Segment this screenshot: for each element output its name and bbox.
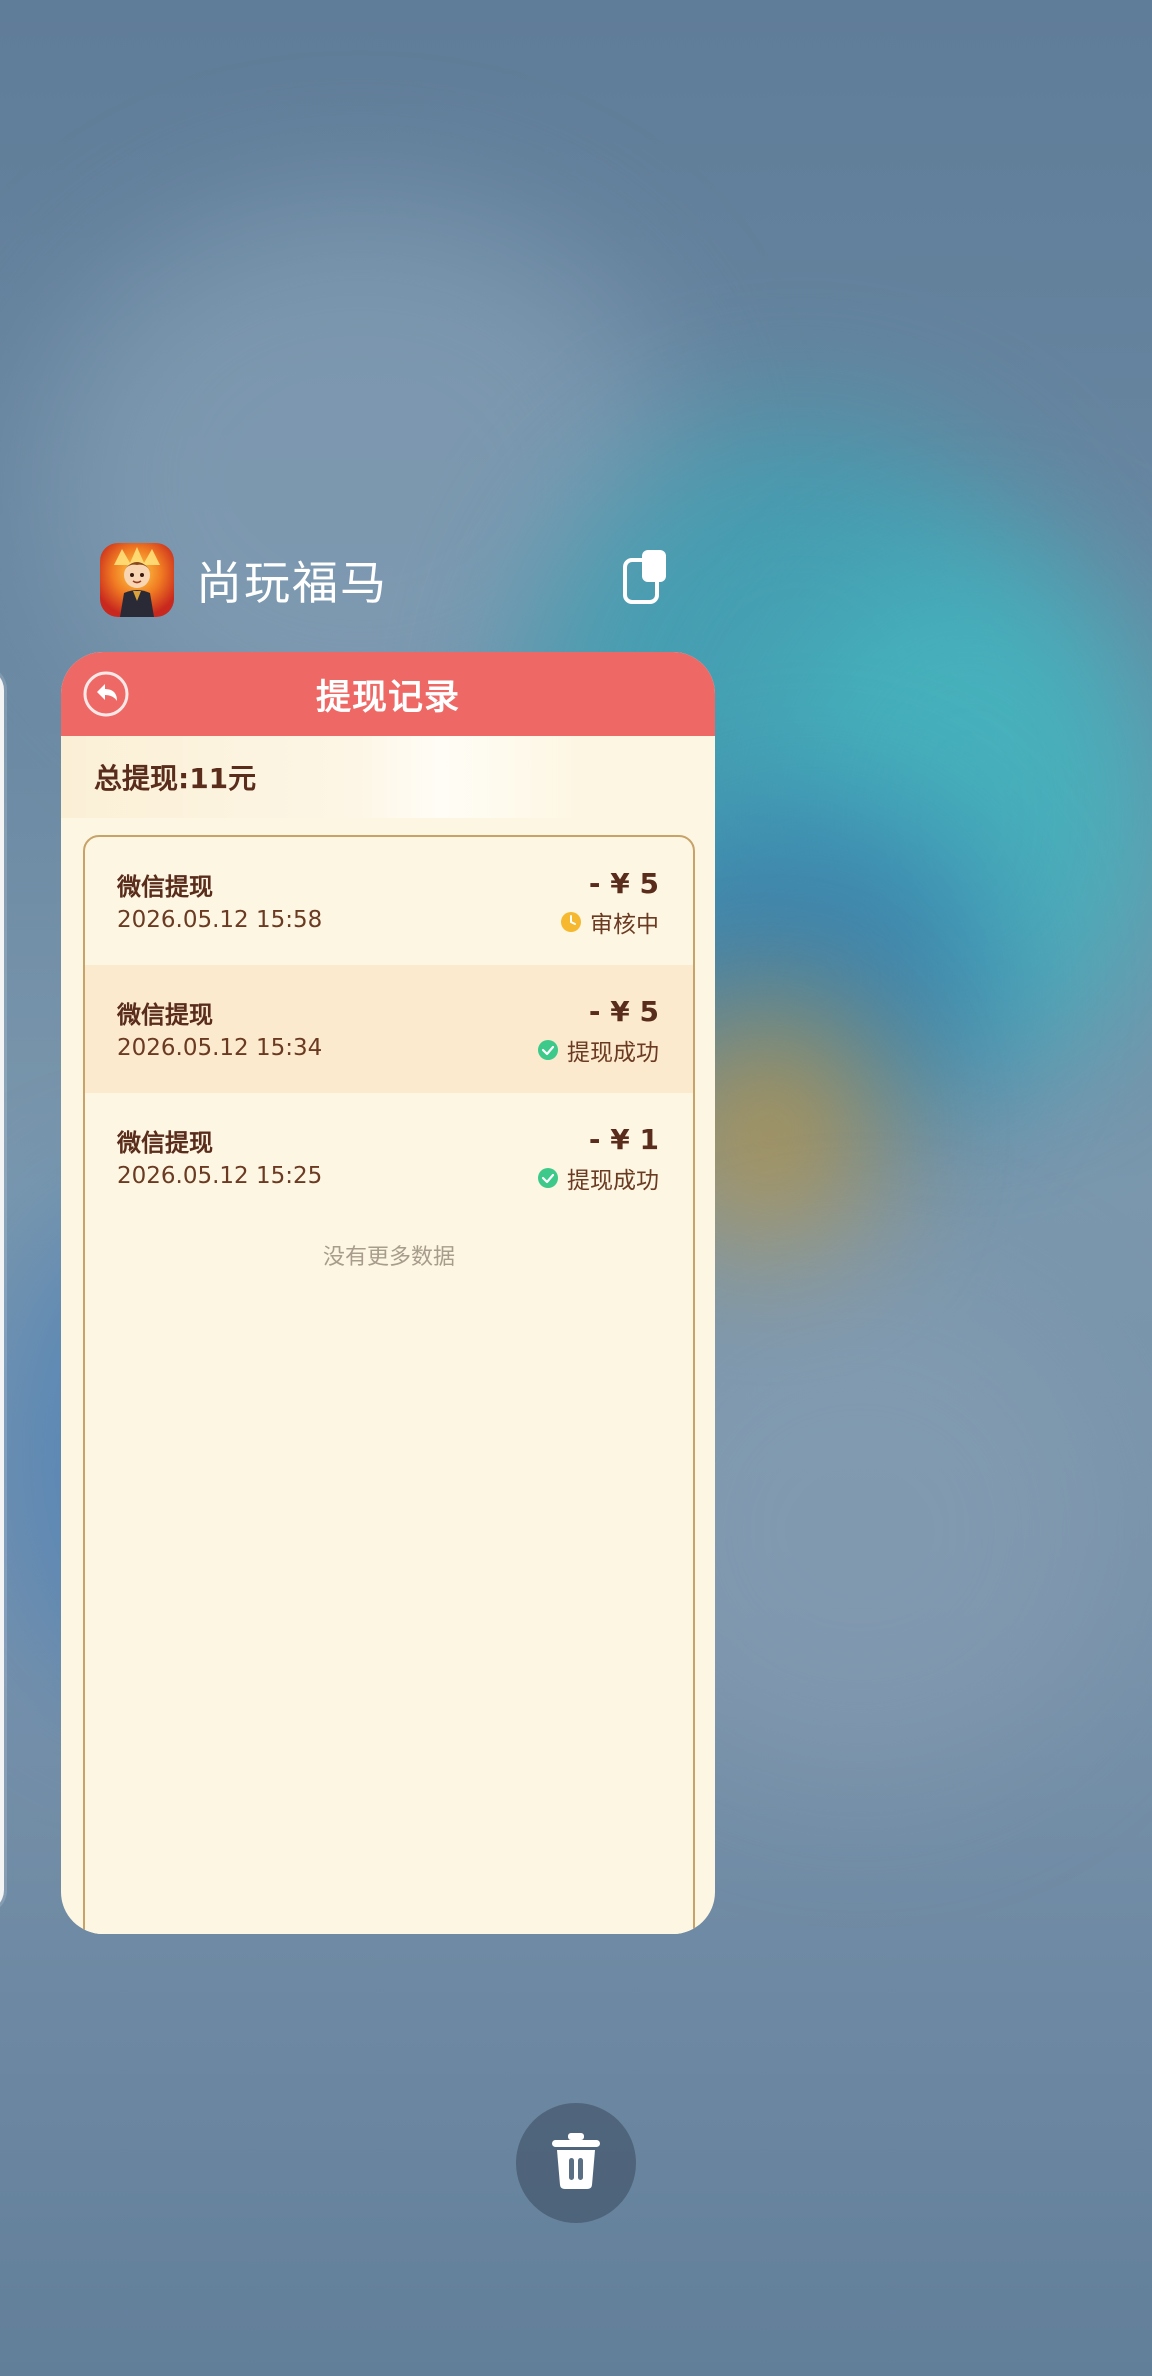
check-circle-icon — [537, 1039, 559, 1061]
multi-window-icon[interactable] — [622, 548, 668, 606]
record-status: 提现成功 — [537, 1033, 659, 1067]
record-amount: - ¥ 1 — [588, 1123, 659, 1156]
clock-icon — [560, 911, 582, 933]
record-amount: - ¥ 5 — [588, 995, 659, 1028]
record-type: 微信提现 — [117, 1001, 213, 1029]
no-more-data-label: 没有更多数据 — [322, 1245, 455, 1270]
total-withdrawal-label: 总提现:11元 — [94, 762, 257, 795]
list-item[interactable]: 微信提现 2026.05.12 15:25 - ¥ 1 提现成功 — [85, 1093, 693, 1221]
record-time: 2026.05.12 15:58 — [117, 907, 323, 933]
list-item[interactable]: 微信提现 2026.05.12 15:34 - ¥ 5 提现成功 — [85, 965, 693, 1093]
record-status: 提现成功 — [537, 1161, 659, 1195]
previous-app-card[interactable] — [0, 668, 4, 1912]
record-time: 2026.05.12 15:34 — [117, 1035, 323, 1061]
list-item[interactable]: 微信提现 2026.05.12 15:58 - ¥ 5 审核中 — [85, 837, 693, 965]
record-status-text: 提现成功 — [567, 1040, 659, 1066]
check-circle-icon — [537, 1167, 559, 1189]
record-status-text: 提现成功 — [567, 1168, 659, 1194]
record-type: 微信提现 — [117, 1129, 213, 1157]
back-arrow-icon[interactable] — [83, 671, 129, 717]
app-avatar-icon[interactable] — [100, 543, 174, 617]
title-bar: 提现记录 — [61, 652, 715, 736]
record-time: 2026.05.12 15:25 — [117, 1163, 323, 1189]
record-type: 微信提现 — [117, 873, 213, 901]
record-status: 审核中 — [560, 905, 659, 939]
app-card-header: 尚玩福马 — [100, 540, 388, 620]
trash-icon — [548, 2131, 604, 2195]
total-withdrawal-row: 总提现:11元 — [61, 736, 715, 818]
records-list: 微信提现 2026.05.12 15:58 - ¥ 5 审核中 微信提现 202… — [83, 835, 695, 1934]
clear-all-button[interactable] — [516, 2103, 636, 2223]
record-status-text: 审核中 — [590, 912, 659, 938]
app-preview-card[interactable]: 提现记录 总提现:11元 微信提现 2026.05.12 15:58 - ¥ 5… — [61, 652, 715, 1934]
page-title: 提现记录 — [315, 677, 460, 718]
app-name: 尚玩福马 — [196, 556, 388, 610]
record-amount: - ¥ 5 — [588, 867, 659, 900]
